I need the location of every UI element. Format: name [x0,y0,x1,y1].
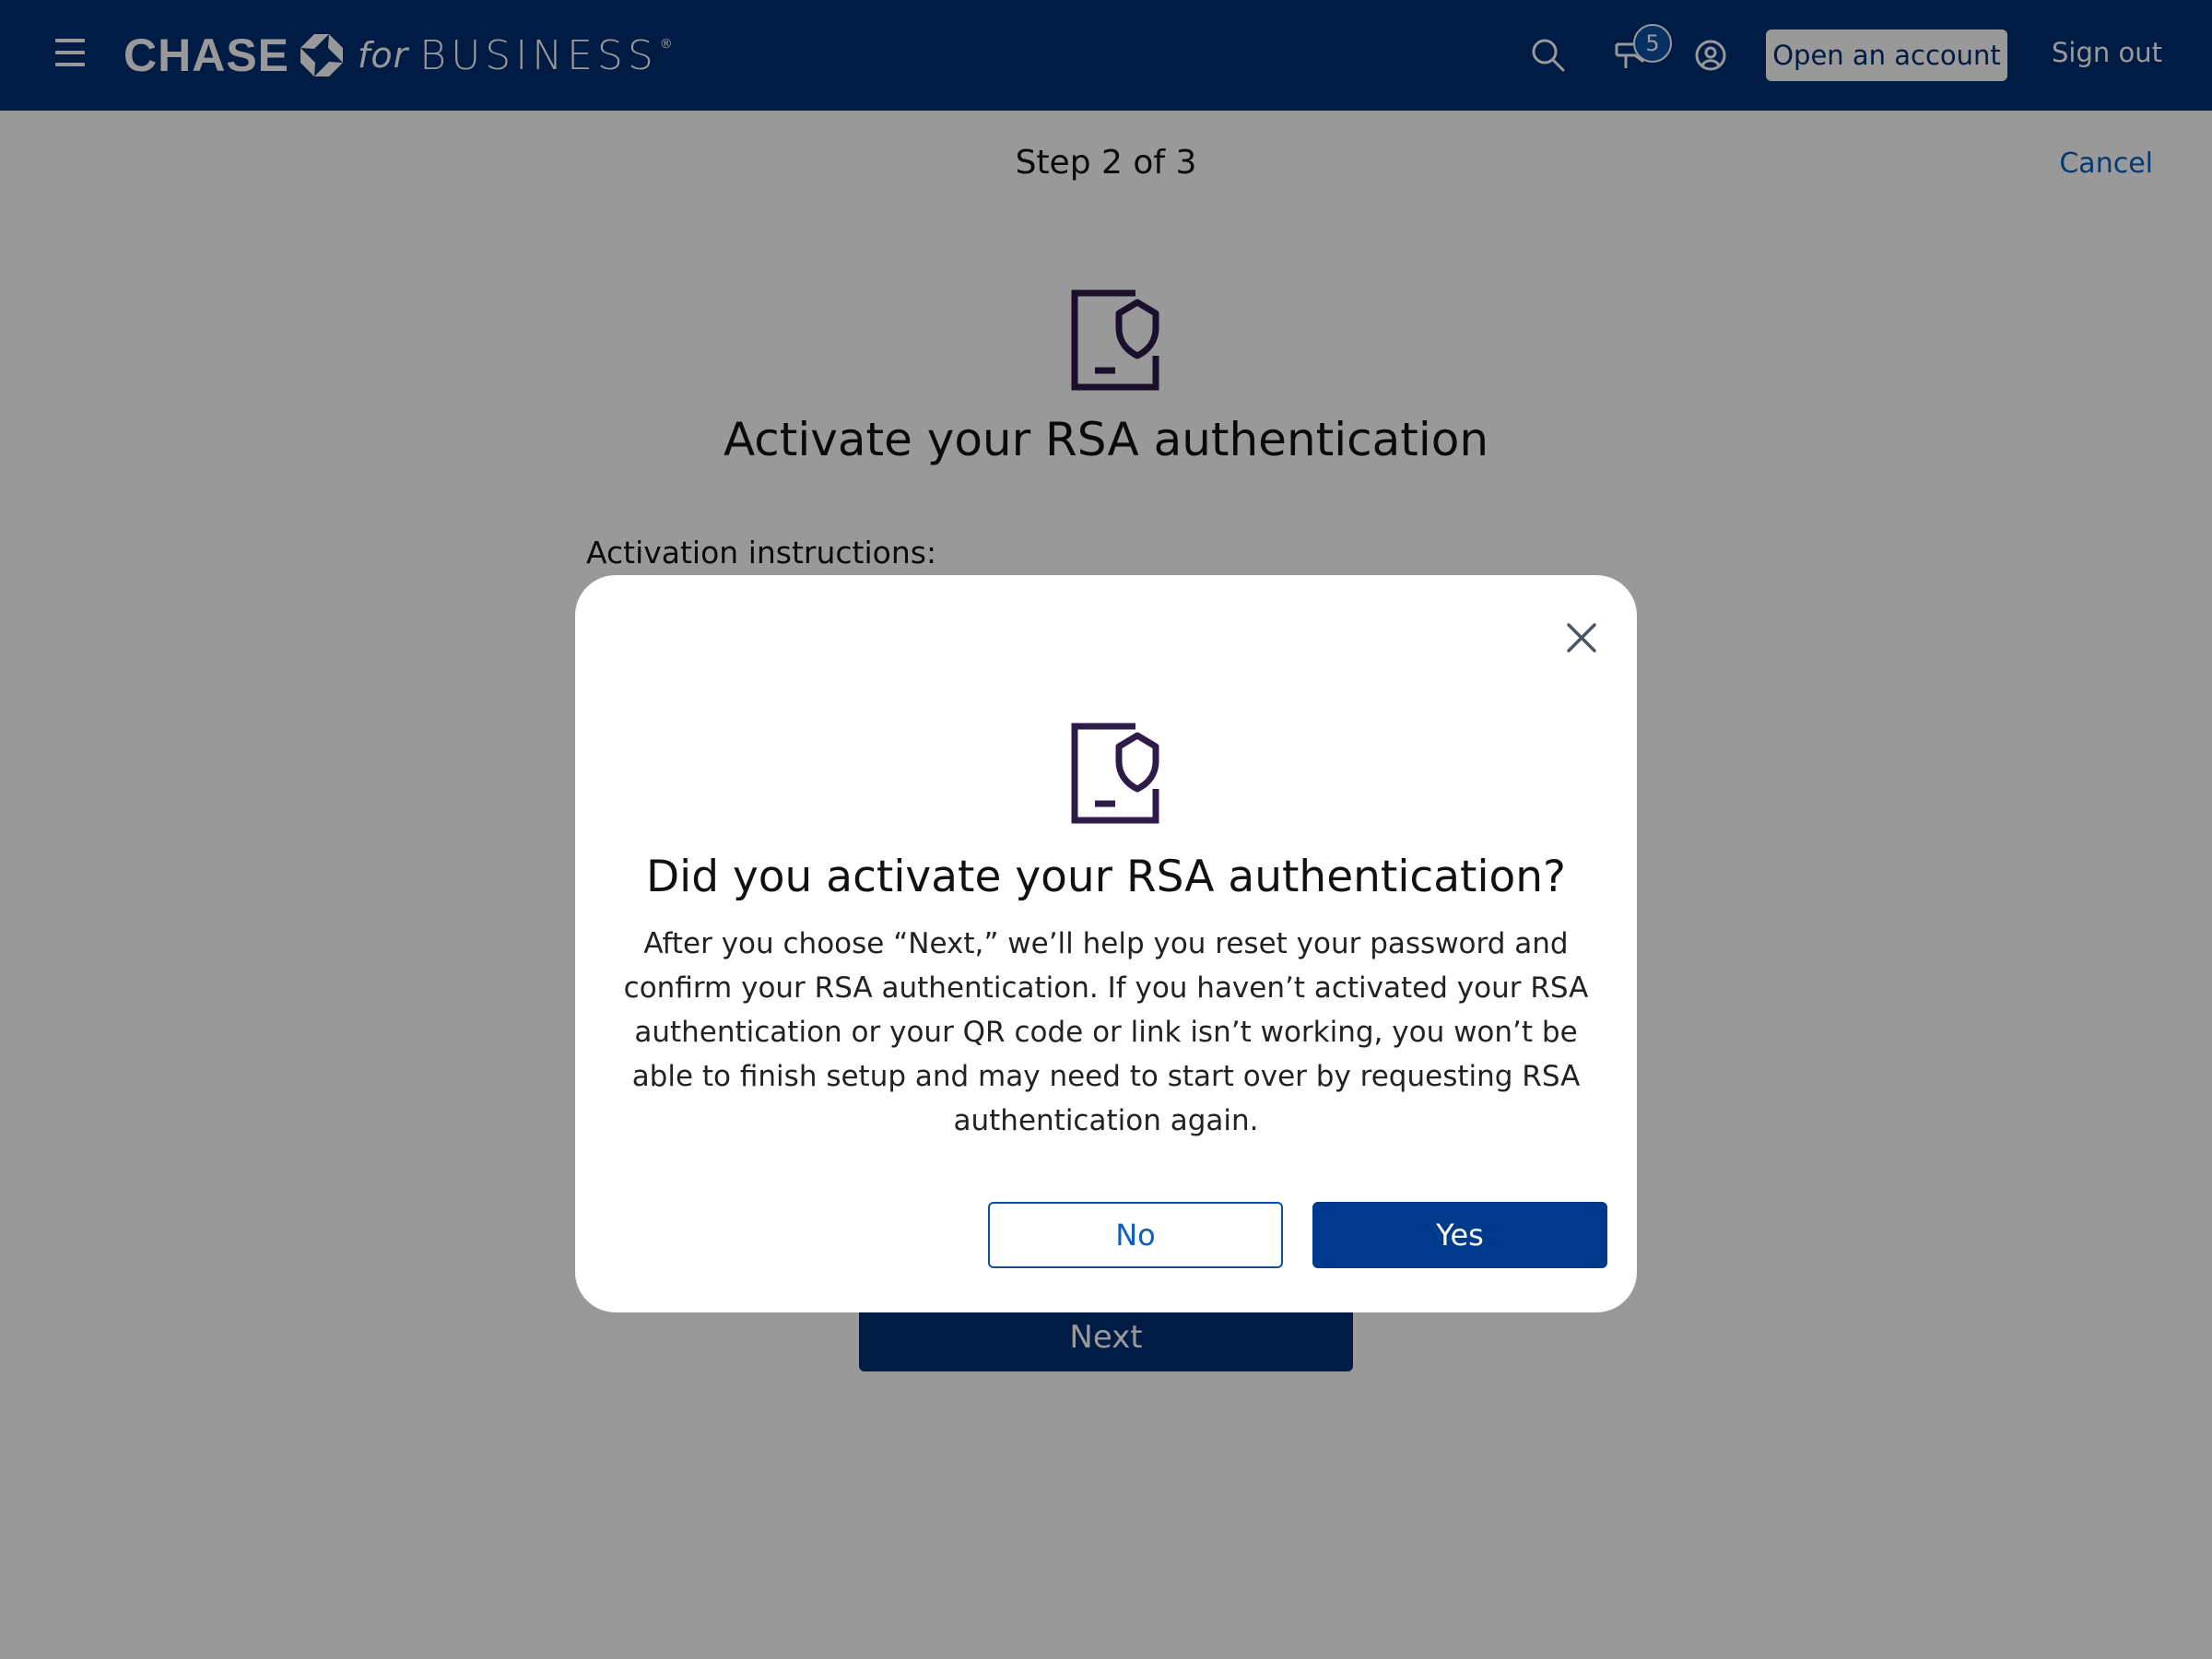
confirm-rsa-modal: Did you activate your RSA authentication… [575,575,1637,1312]
no-button[interactable]: No [988,1202,1283,1268]
modal-title: Did you activate your RSA authentication… [645,852,1567,902]
phone-shield-icon [1071,723,1159,824]
close-icon[interactable] [1559,616,1604,660]
yes-button[interactable]: Yes [1312,1202,1607,1268]
modal-body-text: After you choose “Next,” we’ll help you … [623,927,1589,1137]
